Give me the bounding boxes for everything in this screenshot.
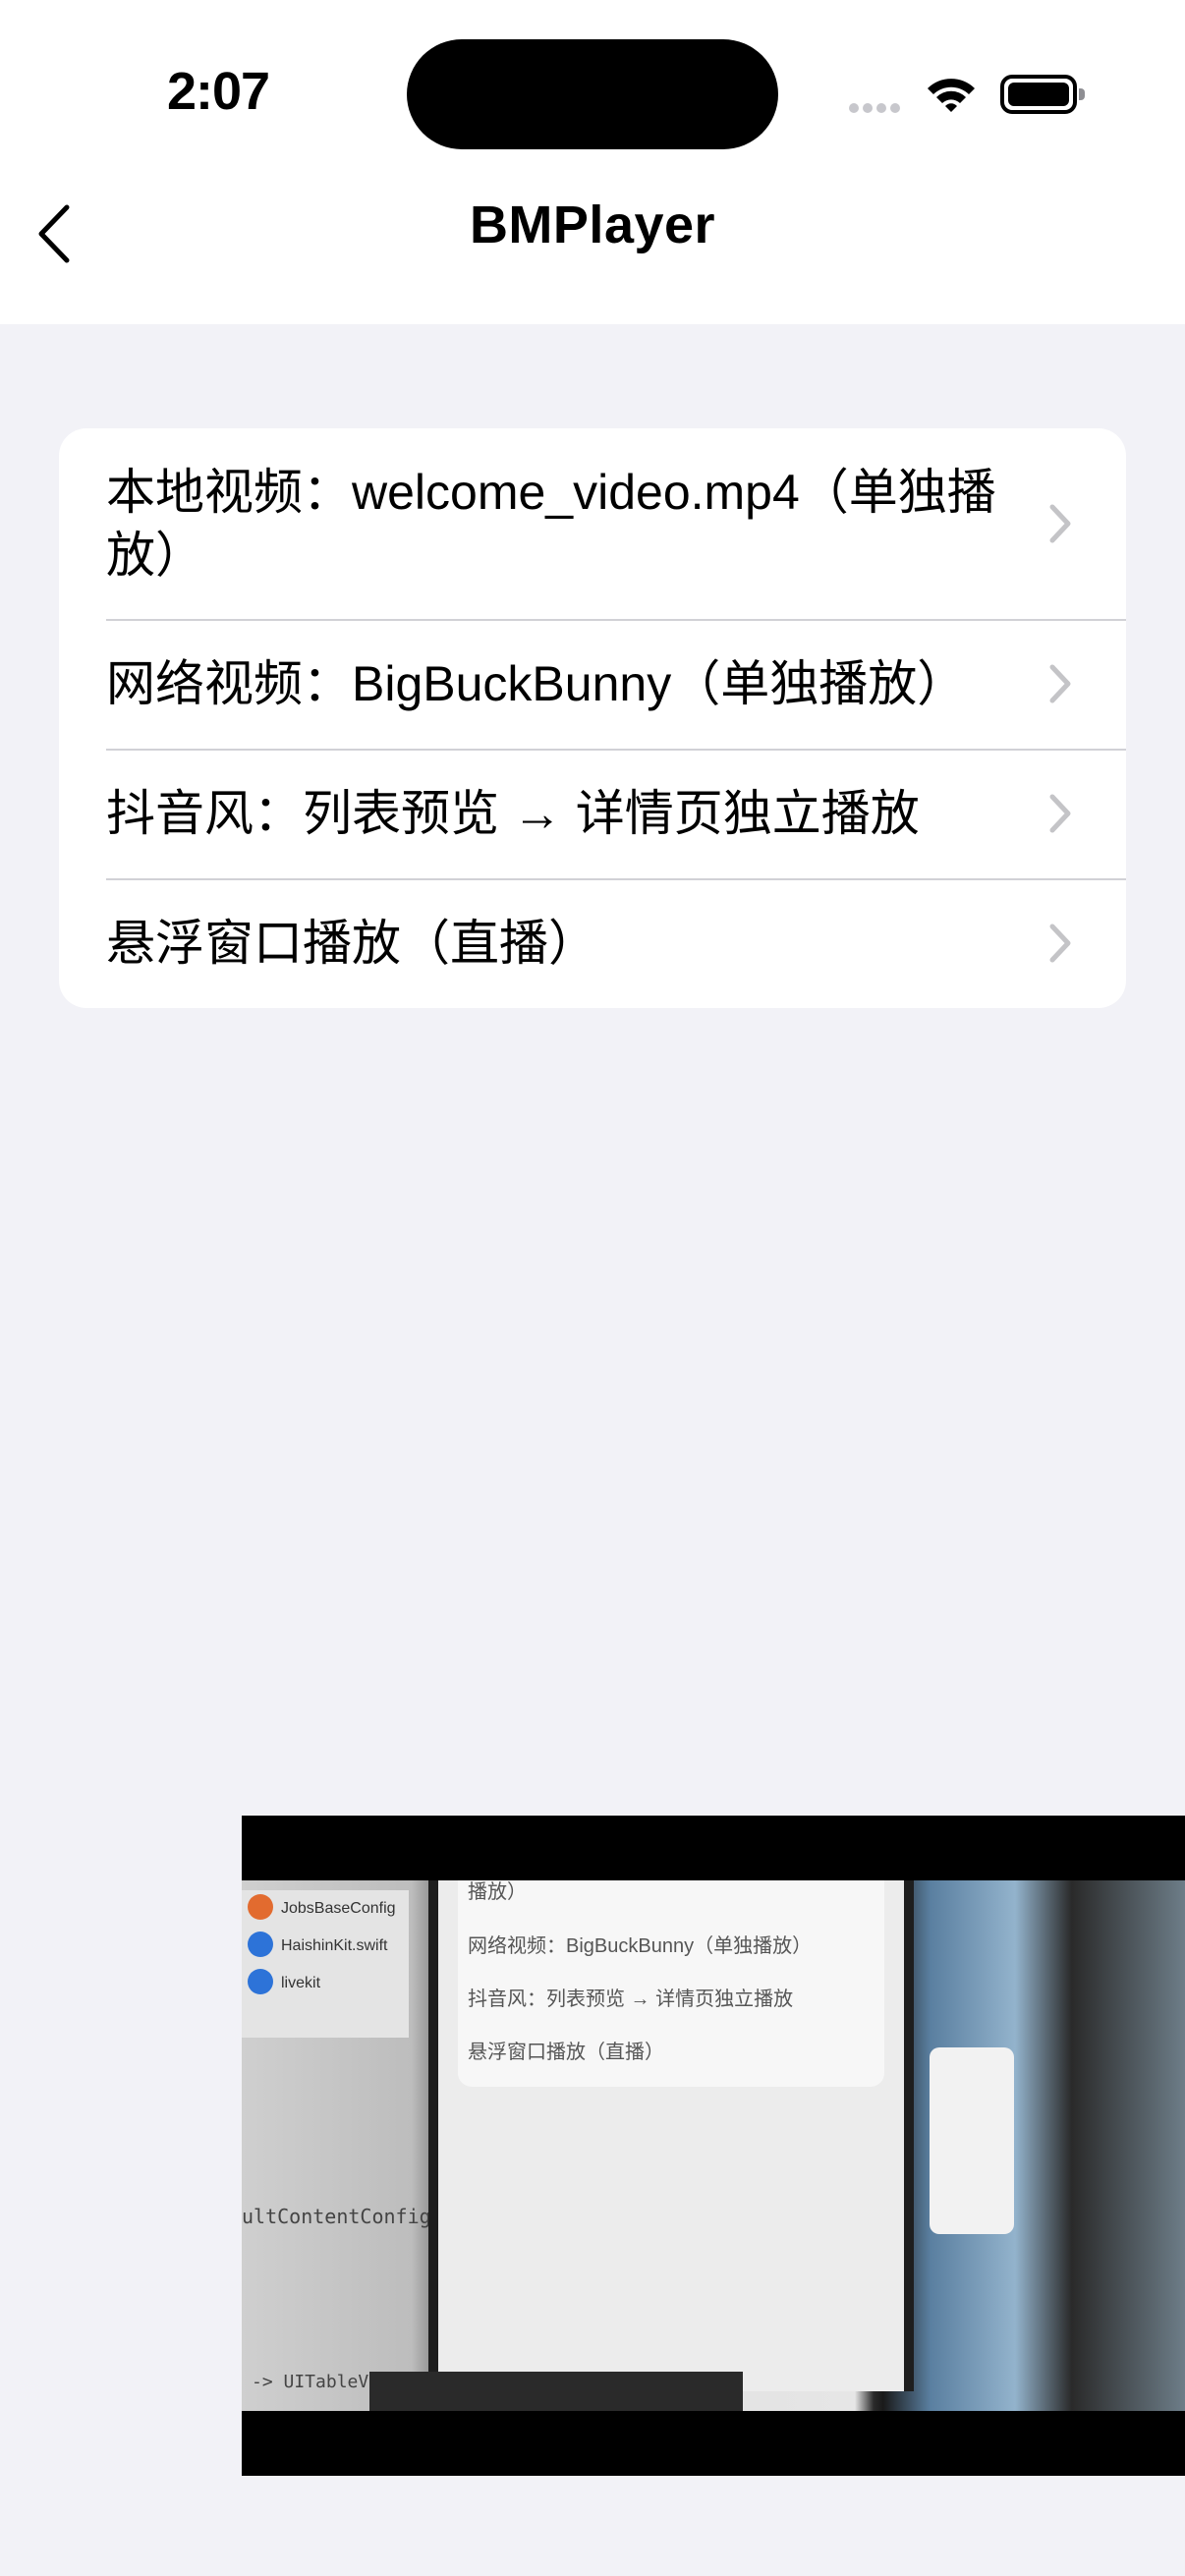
header-gap — [0, 295, 1185, 324]
menu-item-label: 悬浮窗口播放（直播） — [106, 916, 597, 971]
video-popup-menu — [930, 2047, 1014, 2234]
video-frame: JobsBaseConfig HaishinKit.swift livekit … — [242, 1880, 1185, 2411]
video-file-item: JobsBaseConfig — [242, 1890, 409, 1928]
cellular-signal-icon — [849, 100, 904, 118]
page-title: BMPlayer — [469, 196, 716, 254]
video-file-item: HaishinKit.swift — [242, 1928, 409, 1965]
video-sidebar-files: JobsBaseConfig HaishinKit.swift livekit — [242, 1890, 409, 2038]
menu-item-douyin-style[interactable]: 抖音风：列表预览 → 详情页独立播放 — [59, 749, 1126, 878]
video-phone-row: 抖音风：列表预览 → 详情页独立播放 — [468, 1988, 794, 2010]
menu-item-label: 本地视频：welcome_video.mp4（单独播放） — [106, 465, 996, 583]
wifi-icon — [928, 79, 975, 112]
menu-item-floating-window[interactable]: 悬浮窗口播放（直播） — [59, 878, 1126, 1008]
menu-list: 本地视频：welcome_video.mp4（单独播放） 网络视频：BigBuc… — [59, 428, 1126, 1008]
menu-item-network-video[interactable]: 网络视频：BigBuckBunny（单独播放） — [59, 619, 1126, 749]
video-phone-row: 播放） — [468, 1881, 527, 1903]
status-time: 2:07 — [167, 62, 270, 121]
video-phone-screen: 播放） 网络视频：BigBuckBunny（单独播放） 抖音风：列表预览 → 详… — [428, 1880, 914, 2391]
video-phone-bottom — [369, 2372, 743, 2411]
chevron-right-icon — [1049, 504, 1071, 543]
video-phone-list: 播放） 网络视频：BigBuckBunny（单独播放） 抖音风：列表预览 → 详… — [458, 1880, 884, 2087]
video-phone-row: 悬浮窗口播放（直播） — [468, 2042, 664, 2063]
video-phone-row: 网络视频：BigBuckBunny（单独播放） — [468, 1935, 813, 1957]
menu-item-label: 网络视频：BigBuckBunny（单独播放） — [106, 656, 967, 711]
menu-item-local-video[interactable]: 本地视频：welcome_video.mp4（单独播放） — [59, 428, 1126, 619]
video-code-text: ultContentConfig — [242, 2205, 431, 2228]
dynamic-island — [407, 39, 778, 149]
menu-item-label: 抖音风：列表预览 → 详情页独立播放 — [106, 786, 920, 841]
video-file-item: livekit — [242, 1965, 409, 2002]
chevron-right-icon — [1049, 664, 1071, 703]
navigation-bar: 2:07 BMPlayer — [0, 0, 1185, 297]
chevron-right-icon — [1049, 924, 1071, 963]
chevron-right-icon — [1049, 794, 1071, 833]
floating-video-player[interactable]: JobsBaseConfig HaishinKit.swift livekit … — [242, 1816, 1185, 2476]
battery-icon — [1000, 75, 1085, 114]
